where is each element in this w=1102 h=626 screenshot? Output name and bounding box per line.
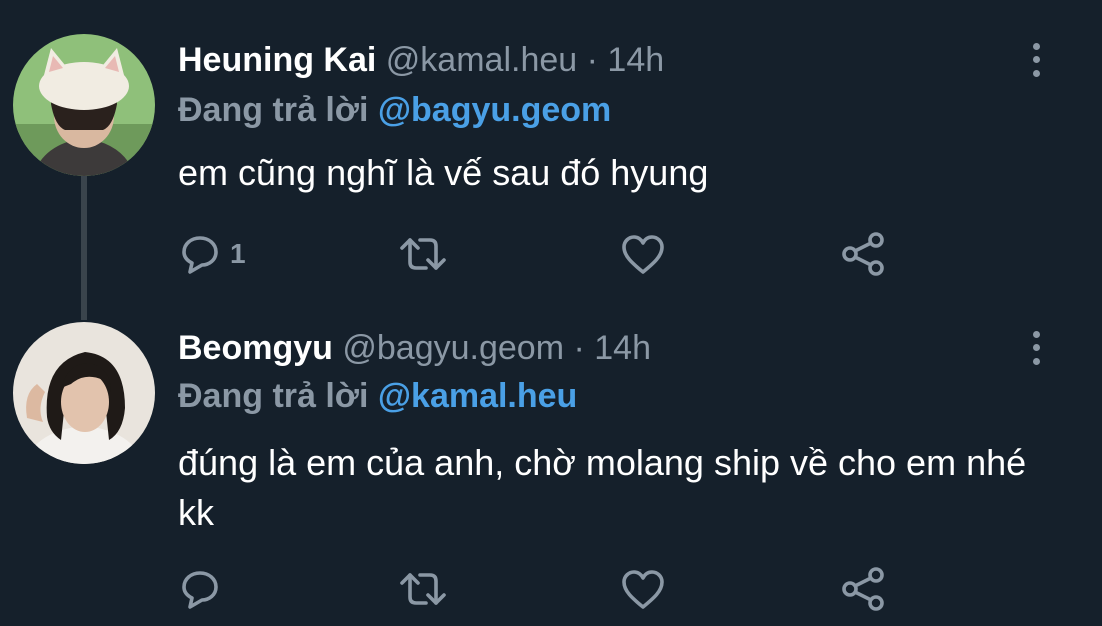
display-name[interactable]: Heuning Kai [178,41,376,79]
retweet-button[interactable] [398,229,448,279]
heart-icon [620,567,666,611]
replying-to-label: Đang trả lời [178,377,369,415]
replying-to: Đang trả lời @kamal.heu [178,376,577,416]
replying-to-link[interactable]: @kamal.heu [378,377,577,415]
tweet[interactable]: Heuning Kai @kamal.heu · 14h Đang trả lờ… [0,0,1102,320]
retweet-icon [398,232,448,276]
tweet[interactable]: Beomgyu @bagyu.geom · 14h Đang trả lời @… [0,300,1102,626]
tweet-header: Beomgyu @bagyu.geom · 14h [178,328,651,368]
share-icon [840,231,888,277]
tweet-actions: 1 [0,229,1102,279]
tweet-text: em cũng nghĩ là vế sau đó hyung [178,152,709,193]
share-button[interactable] [840,564,888,614]
share-icon [840,566,888,612]
comment-icon [178,232,222,276]
more-options-icon[interactable] [1026,40,1046,80]
replying-to-link[interactable]: @bagyu.geom [378,91,611,129]
display-name[interactable]: Beomgyu [178,329,333,367]
retweet-icon [398,567,448,611]
like-button[interactable] [620,229,666,279]
replying-to: Đang trả lời @bagyu.geom [178,90,611,130]
separator: · [573,329,585,367]
tweet-text: đúng là em của anh, chờ molang ship về c… [178,442,1027,533]
avatar[interactable] [13,322,155,464]
reply-button[interactable] [178,564,230,614]
separator: · [586,41,598,79]
share-button[interactable] [840,229,888,279]
retweet-button[interactable] [398,564,448,614]
comment-icon [178,567,222,611]
username[interactable]: @bagyu.geom [342,329,564,367]
username[interactable]: @kamal.heu [386,41,577,79]
more-options-icon[interactable] [1026,328,1046,368]
tweet-header: Heuning Kai @kamal.heu · 14h [178,40,664,80]
tweet-actions [0,564,1102,614]
reply-count: 1 [230,238,246,269]
avatar[interactable] [13,34,155,176]
timestamp[interactable]: 14h [607,41,664,79]
timestamp[interactable]: 14h [594,329,651,367]
reply-button[interactable]: 1 [178,229,246,279]
like-button[interactable] [620,564,666,614]
replying-to-label: Đang trả lời [178,91,369,129]
heart-icon [620,232,666,276]
